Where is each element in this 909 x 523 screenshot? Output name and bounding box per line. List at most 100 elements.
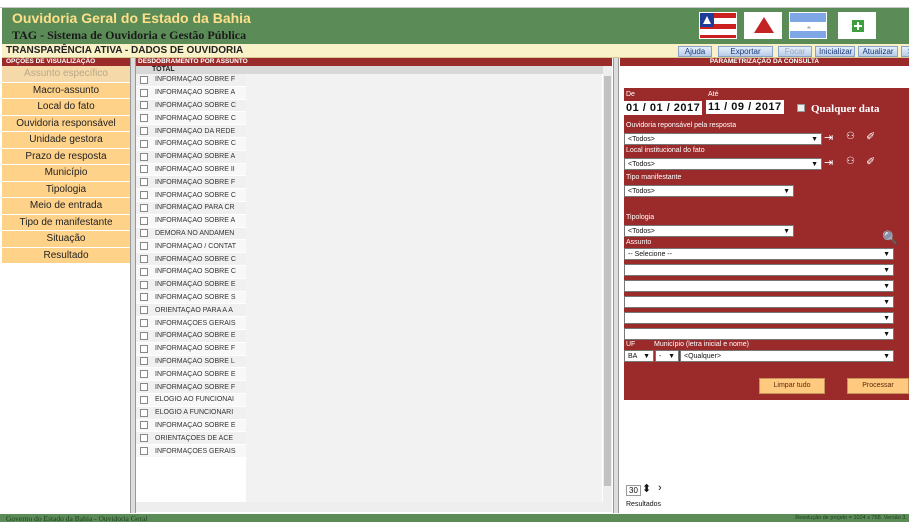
option-resultado[interactable]: Resultado: [2, 247, 130, 264]
option-assunto-especifico[interactable]: Assunto específico: [2, 66, 130, 83]
subject-row[interactable]: INFORMAÇÃO SOBRE C: [136, 137, 246, 151]
assunto-select-3[interactable]: ▼: [624, 280, 894, 292]
row-checkbox[interactable]: [140, 357, 148, 366]
subject-row[interactable]: INFORMAÇÃO SOBRE S: [136, 291, 246, 305]
eraser-icon-2[interactable]: ✐: [866, 155, 875, 168]
assunto-select-5[interactable]: ▼: [624, 312, 894, 324]
exit-button[interactable]: Sair: [901, 46, 909, 57]
subject-row[interactable]: INFORMAÇÃO SOBRE E: [136, 419, 246, 433]
green-cross-icon[interactable]: [838, 12, 876, 39]
local-select[interactable]: <Todos> ▼: [624, 158, 822, 170]
subject-row[interactable]: INFORMAÇÃO SOBRE F: [136, 381, 246, 394]
pin-icon-2[interactable]: ⇥: [824, 156, 833, 169]
right-splitter[interactable]: [613, 58, 619, 513]
subject-row[interactable]: ELOGIO A FUNCIONÁRI: [136, 406, 246, 420]
row-checkbox[interactable]: [140, 344, 148, 353]
next-icon[interactable]: ›: [658, 482, 662, 494]
uf-select[interactable]: BA ▼: [624, 350, 654, 362]
export-csv-button[interactable]: Exportar CSV: [718, 46, 773, 66]
subject-row[interactable]: INFORMAÇÃO SOBRE F: [136, 176, 246, 190]
letter-select[interactable]: - ▼: [655, 350, 679, 362]
subject-row[interactable]: INFORMAÇÕES GERAIS: [136, 317, 246, 330]
option-prazo-de-resposta[interactable]: Prazo de resposta: [2, 148, 130, 165]
eraser-icon[interactable]: ✐: [866, 130, 875, 143]
option-macro-assunto[interactable]: Macro-assunto: [2, 82, 130, 99]
option-situacao[interactable]: Situação: [2, 231, 130, 248]
subject-row[interactable]: INFORMAÇÃO SOBRE II: [136, 163, 246, 177]
municipio-select[interactable]: <Qualquer> ▼: [680, 350, 894, 362]
subject-row[interactable]: INFORMAÇÃO SOBRE C: [136, 99, 246, 113]
row-checkbox[interactable]: [140, 447, 148, 455]
subject-row[interactable]: INFORMAÇÃO SOBRE A: [136, 150, 246, 164]
org-chart-icon[interactable]: ⚇: [846, 131, 855, 142]
row-checkbox[interactable]: [140, 306, 148, 315]
row-checkbox[interactable]: [140, 255, 148, 264]
row-checkbox[interactable]: [140, 101, 148, 110]
subject-row[interactable]: ELOGIO AO FUNCIONAI: [136, 393, 246, 407]
date-to-input[interactable]: 11 / 09 / 2017: [706, 100, 784, 114]
subject-row[interactable]: ORIENTAÇÕES DE ACE: [136, 432, 246, 446]
subject-row[interactable]: INFORMAÇÃO SOBRE F: [136, 74, 246, 87]
tipologia-select[interactable]: <Todos> ▼: [624, 225, 794, 237]
focus-button[interactable]: Focar: [778, 46, 812, 57]
option-tipo-de-manifestante[interactable]: Tipo de manifestante: [2, 214, 130, 231]
subject-row[interactable]: INFORMAÇÃO SOBRE A: [136, 214, 246, 228]
option-ouvidoria-responsavel[interactable]: Ouvidoria responsável: [2, 115, 130, 132]
subject-row[interactable]: INFORMAÇÃO DA REDE: [136, 125, 246, 138]
subject-row[interactable]: INFORMAÇÃO SOBRE E: [136, 278, 246, 292]
assunto-select-6[interactable]: ▼: [624, 328, 894, 340]
assunto-select-1[interactable]: -- Selecione -- ▼: [624, 248, 894, 260]
row-checkbox[interactable]: [140, 331, 148, 340]
assunto-select-2[interactable]: ▼: [624, 264, 894, 276]
row-checkbox[interactable]: [140, 178, 148, 187]
row-checkbox[interactable]: [140, 408, 148, 417]
any-date-checkbox[interactable]: [797, 104, 805, 112]
subject-row[interactable]: DEMORA NO ANDAMEN: [136, 227, 246, 241]
pin-icon[interactable]: ⇥: [824, 131, 833, 144]
page-size-input[interactable]: 30: [626, 485, 641, 496]
row-checkbox[interactable]: [140, 114, 148, 123]
row-checkbox[interactable]: [140, 229, 148, 238]
subject-row[interactable]: INFORMAÇÃO SOBRE E: [136, 329, 246, 343]
up-down-icon[interactable]: ⬍: [642, 482, 651, 495]
subject-row[interactable]: INFORMAÇÃO / CONTAT: [136, 240, 246, 254]
row-checkbox[interactable]: [140, 421, 148, 430]
subject-row[interactable]: INFORMAÇÃO SOBRE E: [136, 368, 246, 382]
subject-row[interactable]: INFORMAÇÃO SOBRE C: [136, 189, 246, 202]
help-button[interactable]: Ajuda: [678, 46, 712, 57]
row-checkbox[interactable]: [140, 88, 148, 97]
row-checkbox[interactable]: [140, 434, 148, 443]
row-checkbox[interactable]: [140, 75, 148, 84]
vertical-scrollbar[interactable]: [603, 66, 612, 502]
option-municipio[interactable]: Município: [2, 165, 130, 182]
org-chart-icon-2[interactable]: ⚇: [846, 156, 855, 167]
option-tipologia[interactable]: Tipologia: [2, 181, 130, 198]
row-checkbox[interactable]: [140, 216, 148, 225]
process-button[interactable]: Processar: [847, 378, 909, 394]
subject-row[interactable]: INFORMAÇÃO SOBRE F: [136, 342, 246, 356]
date-from-input[interactable]: 01 / 01 / 2017: [624, 101, 703, 115]
row-checkbox[interactable]: [140, 267, 148, 276]
row-checkbox[interactable]: [140, 370, 148, 379]
row-checkbox[interactable]: [140, 383, 148, 392]
option-meio-de-entrada[interactable]: Meio de entrada: [2, 198, 130, 215]
assunto-select-4[interactable]: ▼: [624, 296, 894, 308]
row-checkbox[interactable]: [140, 242, 148, 251]
row-checkbox[interactable]: [140, 280, 148, 289]
row-checkbox[interactable]: [140, 139, 148, 148]
secondary-flag-icon[interactable]: ≈: [789, 12, 827, 39]
row-checkbox[interactable]: [140, 127, 148, 136]
row-checkbox[interactable]: [140, 319, 148, 328]
row-checkbox[interactable]: [140, 203, 148, 212]
tipo-manifestante-select[interactable]: <Todos> ▼: [624, 185, 794, 197]
subject-row[interactable]: INFORMAÇÃO PARA CR: [136, 201, 246, 215]
row-checkbox[interactable]: [140, 191, 148, 200]
horizontal-scrollbar[interactable]: [136, 502, 612, 512]
row-checkbox[interactable]: [140, 165, 148, 174]
subject-row[interactable]: INFORMAÇÃO SOBRE C: [136, 112, 246, 126]
ouvidoria-select[interactable]: <Todos> ▼: [624, 133, 822, 145]
subject-row[interactable]: INFORMAÇÃO SOBRE L: [136, 355, 246, 369]
subject-row[interactable]: INFORMAÇÃO SOBRE C: [136, 253, 246, 266]
refresh-button[interactable]: Atualizar: [858, 46, 898, 57]
subject-row[interactable]: INFORMAÇÃO SOBRE C: [136, 265, 246, 279]
